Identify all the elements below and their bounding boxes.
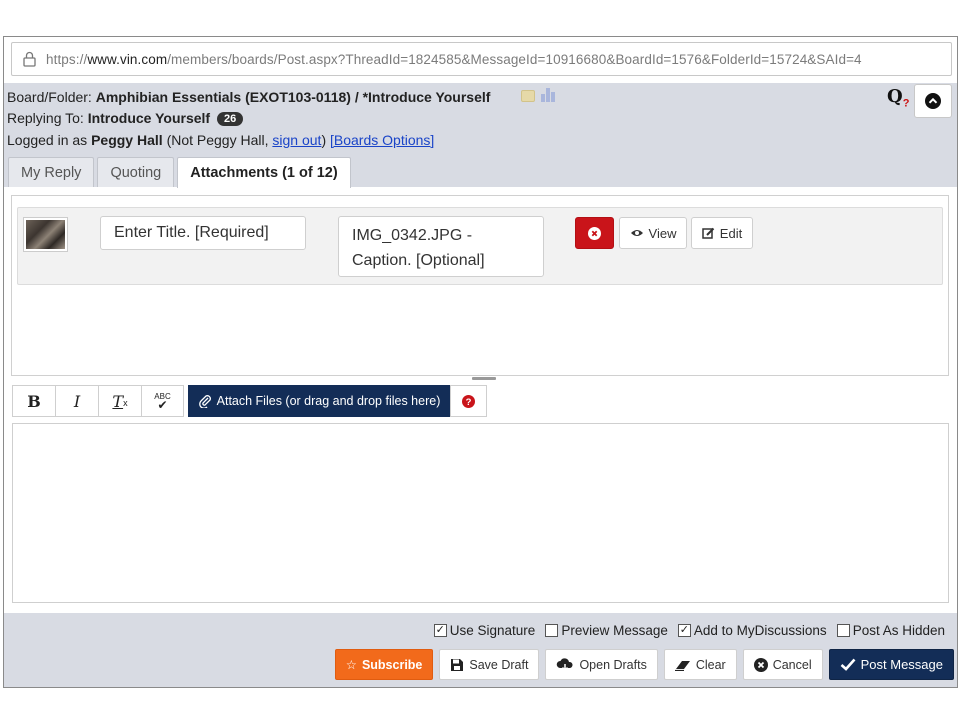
replying-to-line: Replying To: Introduce Yourself 26: [7, 110, 244, 126]
post-as-hidden-option[interactable]: Post As Hidden: [836, 623, 945, 638]
checkmark-icon: [840, 658, 856, 671]
attachment-item: Enter Title. [Required] IMG_0342.JPG - C…: [17, 207, 943, 285]
attachment-caption-input[interactable]: IMG_0342.JPG - Caption. [Optional]: [338, 216, 544, 277]
cancel-circle-icon: [753, 657, 768, 672]
post-options: ✓ Use Signature Preview Message ✓ Add to M…: [433, 623, 945, 638]
attachment-title-input[interactable]: Enter Title. [Required]: [100, 216, 306, 250]
edit-attachment-button[interactable]: Edit: [691, 217, 753, 249]
italic-button[interactable]: I: [55, 385, 98, 417]
preview-message-option[interactable]: Preview Message: [545, 623, 668, 638]
cloud-download-icon: [557, 657, 573, 672]
quick-help-icon[interactable]: Q?: [887, 86, 909, 110]
editor-toolbar: B I Tx ABC ✔ Attach Files (or drag and d…: [12, 385, 487, 417]
use-signature-checkbox[interactable]: ✓: [433, 624, 447, 637]
message-editor[interactable]: [12, 423, 949, 603]
clear-button[interactable]: Clear: [663, 649, 737, 680]
bold-button[interactable]: B: [12, 385, 55, 417]
board-folder-line: Board/Folder: Amphibian Essentials (EXOT…: [7, 89, 491, 105]
view-attachment-button[interactable]: View: [619, 217, 687, 249]
lock-icon: [12, 51, 46, 67]
reply-tabs: My Reply Quoting Attachments (1 of 12): [8, 157, 351, 188]
open-drafts-button[interactable]: Open Drafts: [545, 649, 658, 680]
post-reply-window: https://www.vin.com/members/boards/Post.…: [3, 36, 958, 688]
locked-icon: [521, 90, 535, 102]
subscribe-button[interactable]: ☆ Subscribe: [334, 649, 434, 680]
boards-options-link[interactable]: [Boards Options]: [330, 132, 434, 148]
attachment-thumbnail[interactable]: [23, 217, 68, 252]
attach-files-button[interactable]: Attach Files (or drag and drop files her…: [188, 385, 450, 417]
edit-icon: [702, 227, 715, 239]
question-circle-icon: ?: [462, 394, 475, 408]
collapse-button[interactable]: [914, 84, 952, 118]
address-bar[interactable]: https://www.vin.com/members/boards/Post.…: [11, 42, 952, 76]
add-to-mydiscussions-option[interactable]: ✓ Add to MyDiscussions: [677, 623, 827, 638]
tab-attachments[interactable]: Attachments (1 of 12): [177, 157, 351, 188]
star-icon: ☆: [345, 658, 357, 672]
spellcheck-button[interactable]: ABC ✔: [141, 385, 184, 417]
footer-actions: ☆ Subscribe Save Draft Open Drafts Clear …: [334, 649, 954, 680]
chevron-up-icon: [925, 93, 941, 109]
close-circle-icon: [588, 226, 601, 240]
reply-count-badge: 26: [216, 112, 244, 126]
svg-text:?: ?: [466, 397, 472, 408]
post-message-button[interactable]: Post Message: [828, 649, 954, 680]
cancel-button[interactable]: Cancel: [742, 649, 823, 680]
url-text: https://www.vin.com/members/boards/Post.…: [46, 51, 862, 67]
post-as-hidden-checkbox[interactable]: [836, 624, 850, 637]
paperclip-icon: [198, 395, 211, 408]
use-signature-option[interactable]: ✓ Use Signature: [433, 623, 535, 638]
post-header: Board/Folder: Amphibian Essentials (EXOT…: [4, 83, 957, 188]
stats-chart-icon[interactable]: [541, 87, 555, 102]
eye-icon: [630, 230, 643, 236]
add-to-mydiscussions-checkbox[interactable]: ✓: [677, 624, 691, 637]
remove-attachment-button[interactable]: [575, 217, 614, 249]
attachments-panel: Enter Title. [Required] IMG_0342.JPG - C…: [11, 195, 949, 376]
remove-format-button[interactable]: Tx: [98, 385, 141, 417]
save-draft-button[interactable]: Save Draft: [439, 649, 540, 680]
preview-message-checkbox[interactable]: [545, 624, 559, 637]
sign-out-link[interactable]: sign out: [272, 132, 321, 148]
logged-in-line: Logged in as Peggy Hall (Not Peggy Hall,…: [7, 132, 435, 148]
save-icon: [451, 658, 464, 671]
post-footer: ✓ Use Signature Preview Message ✓ Add to M…: [4, 613, 957, 687]
remove-format-icon: T: [112, 391, 124, 411]
eraser-icon: [674, 660, 690, 671]
resize-handle[interactable]: [472, 377, 496, 380]
tab-my-reply[interactable]: My Reply: [8, 157, 95, 187]
attach-help-button[interactable]: ?: [450, 385, 487, 417]
tab-quoting[interactable]: Quoting: [97, 157, 175, 187]
